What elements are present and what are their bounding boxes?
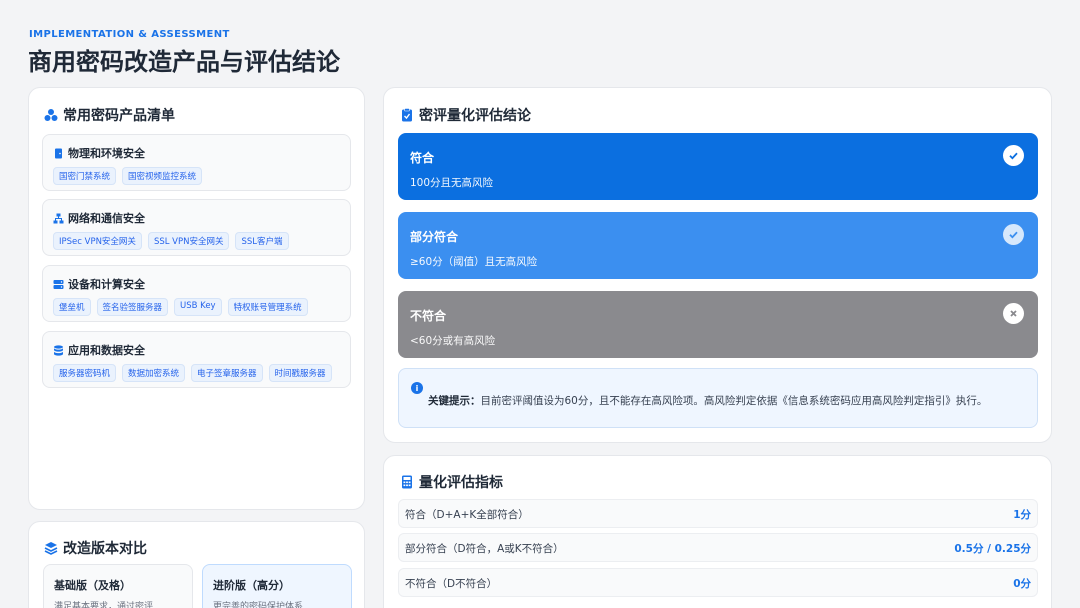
product-tag: 签名验签服务器 bbox=[96, 298, 169, 316]
info-icon: i bbox=[411, 382, 423, 394]
level-pass: 符合 100分且无高风险 bbox=[398, 133, 1038, 200]
category-name: 物理和环境安全 bbox=[68, 147, 145, 160]
level-desc: 100分且无高风险 bbox=[410, 177, 494, 189]
tag-list: 国密门禁系统 国密视频监控系统 bbox=[53, 167, 203, 185]
conclusion-card-title-text: 密评量化评估结论 bbox=[419, 108, 531, 124]
level-title: 部分符合 bbox=[410, 230, 459, 244]
category-physical: 物理和环境安全 国密门禁系统 国密视频监控系统 bbox=[42, 134, 351, 191]
metrics-card-title-text: 量化评估指标 bbox=[419, 475, 503, 491]
calculator-icon bbox=[400, 475, 414, 489]
product-tag: 堡垒机 bbox=[53, 298, 91, 316]
category-name: 设备和计算安全 bbox=[68, 278, 145, 291]
server-icon bbox=[53, 279, 64, 290]
level-title: 符合 bbox=[410, 151, 435, 165]
version-advanced-title: 进阶版（高分） bbox=[213, 579, 290, 592]
product-tag: 电子签章服务器 bbox=[191, 364, 263, 382]
conclusion-card: 密评量化评估结论 符合 100分且无高风险 部分符合 ≥60分（阈值）且无高风险… bbox=[383, 87, 1052, 443]
metric-value: 0分 bbox=[1013, 578, 1031, 590]
level-desc: ≥60分（阈值）且无高风险 bbox=[410, 256, 538, 268]
close-icon bbox=[1003, 303, 1024, 324]
key-hint-text: 关键提示：目前密评阈值设为60分，且不能存在高风险项。高风险判定依据《信息系统密… bbox=[428, 393, 987, 408]
section-eyebrow: IMPLEMENTATION & ASSESSMENT bbox=[29, 29, 230, 40]
level-partial: 部分符合 ≥60分（阈值）且无高风险 bbox=[398, 212, 1038, 279]
check-icon bbox=[1003, 224, 1024, 245]
product-tag: IPSec VPN安全网关 bbox=[53, 232, 142, 250]
door-icon bbox=[53, 148, 64, 159]
level-desc: <60分或有高风险 bbox=[410, 335, 496, 347]
key-hint: i 关键提示：目前密评阈值设为60分，且不能存在高风险项。高风险判定依据《信息系… bbox=[398, 368, 1038, 428]
metric-label: 不符合（D不符合） bbox=[405, 578, 498, 590]
tag-list: IPSec VPN安全网关 SSL VPN安全网关 SSL客户端 bbox=[53, 232, 289, 250]
metric-row: 符合（D+A+K全部符合） 1分 bbox=[398, 499, 1038, 528]
category-name: 网络和通信安全 bbox=[68, 212, 145, 225]
metric-value: 0.5分 / 0.25分 bbox=[954, 543, 1031, 555]
version-basic: 基础版（及格） 满足基本要求，通过密评 bbox=[43, 564, 193, 608]
versions-card: 改造版本对比 基础版（及格） 满足基本要求，通过密评 进阶版（高分） 更完善的密… bbox=[28, 521, 365, 608]
key-hint-body: 目前密评阈值设为60分，且不能存在高风险项。高风险判定依据《信息系统密码应用高风… bbox=[480, 395, 988, 407]
level-fail: 不符合 <60分或有高风险 bbox=[398, 291, 1038, 358]
product-tag: USB Key bbox=[174, 298, 222, 316]
version-basic-title: 基础版（及格） bbox=[54, 579, 131, 592]
check-icon bbox=[1003, 145, 1024, 166]
category-application: 应用和数据安全 服务器密码机 数据加密系统 电子签章服务器 时间戳服务器 bbox=[42, 331, 351, 388]
metrics-card-title: 量化评估指标 bbox=[400, 472, 503, 492]
tag-list: 堡垒机 签名验签服务器 USB Key 特权账号管理系统 bbox=[53, 298, 308, 316]
metric-row: 部分符合（D符合，A或K不符合） 0.5分 / 0.25分 bbox=[398, 533, 1038, 562]
category-network: 网络和通信安全 IPSec VPN安全网关 SSL VPN安全网关 SSL客户端 bbox=[42, 199, 351, 256]
metrics-card: 量化评估指标 符合（D+A+K全部符合） 1分 部分符合（D符合，A或K不符合）… bbox=[383, 455, 1052, 608]
layers-icon bbox=[44, 541, 58, 555]
clipboard-check-icon bbox=[400, 108, 414, 122]
product-tag: 国密门禁系统 bbox=[53, 167, 117, 185]
category-name: 应用和数据安全 bbox=[68, 344, 145, 357]
product-tag: 国密视频监控系统 bbox=[122, 167, 203, 185]
network-icon bbox=[53, 213, 64, 224]
metric-value: 1分 bbox=[1013, 509, 1031, 521]
product-tag: 特权账号管理系统 bbox=[227, 298, 308, 316]
metric-row: 不符合（D不符合） 0分 bbox=[398, 568, 1038, 597]
product-tag: 数据加密系统 bbox=[122, 364, 186, 382]
page-title: 商用密码改造产品与评估结论 bbox=[28, 48, 340, 76]
versions-card-title: 改造版本对比 bbox=[44, 538, 147, 558]
product-tag: 服务器密码机 bbox=[53, 364, 117, 382]
key-hint-label: 关键提示： bbox=[428, 395, 481, 407]
versions-card-title-text: 改造版本对比 bbox=[63, 541, 147, 557]
products-card: 常用密码产品清单 物理和环境安全 国密门禁系统 国密视频监控系统 网络和通信安全… bbox=[28, 87, 365, 510]
conclusion-card-title: 密评量化评估结论 bbox=[400, 105, 531, 125]
product-tag: 时间戳服务器 bbox=[268, 364, 332, 382]
category-device: 设备和计算安全 堡垒机 签名验签服务器 USB Key 特权账号管理系统 bbox=[42, 265, 351, 322]
cubes-icon bbox=[44, 108, 58, 122]
version-advanced-desc: 更完善的密码保护体系 bbox=[213, 602, 304, 608]
product-tag: SSL VPN安全网关 bbox=[147, 232, 230, 250]
product-tag: SSL客户端 bbox=[235, 232, 289, 250]
metric-label: 符合（D+A+K全部符合） bbox=[405, 509, 529, 521]
tag-list: 服务器密码机 数据加密系统 电子签章服务器 时间戳服务器 bbox=[53, 364, 332, 382]
level-title: 不符合 bbox=[410, 309, 447, 323]
database-icon bbox=[53, 344, 64, 356]
version-advanced: 进阶版（高分） 更完善的密码保护体系 bbox=[202, 564, 352, 608]
products-card-title-text: 常用密码产品清单 bbox=[63, 108, 175, 124]
version-basic-desc: 满足基本要求，通过密评 bbox=[54, 602, 154, 608]
metric-label: 部分符合（D符合，A或K不符合） bbox=[405, 543, 564, 555]
products-card-title: 常用密码产品清单 bbox=[44, 105, 175, 125]
